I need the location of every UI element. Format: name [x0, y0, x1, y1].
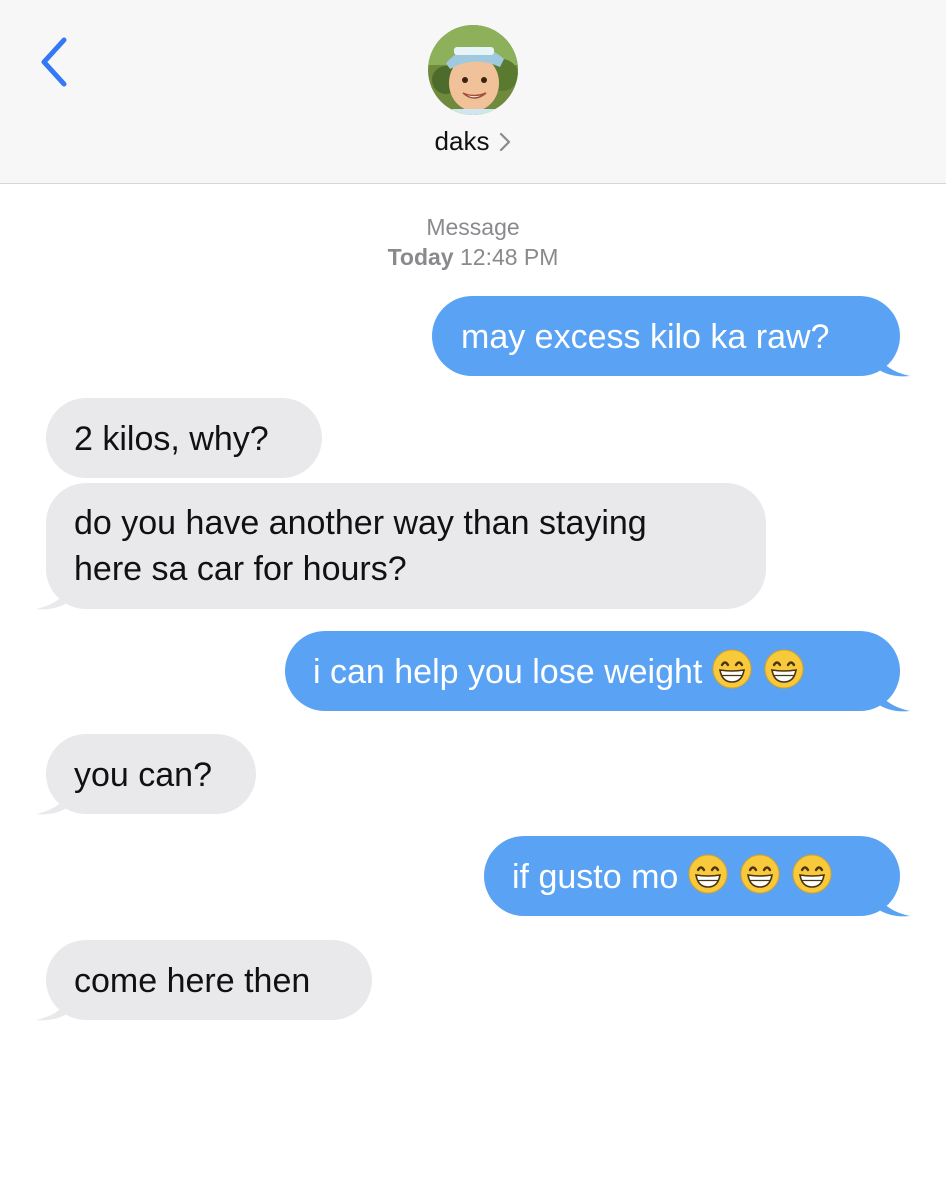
- message-bubble-incoming[interactable]: do you have another way than staying her…: [46, 483, 766, 609]
- message-bubble-incoming[interactable]: come here then: [46, 940, 372, 1020]
- message-text: you can?: [74, 756, 212, 794]
- message-text-line: here sa car for hours?: [74, 550, 407, 588]
- grinning-face-icon: [792, 854, 832, 894]
- date-label: Today: [387, 244, 454, 270]
- time-label: 12:48 PM: [459, 244, 559, 270]
- message-text: come here then: [74, 962, 311, 1000]
- service-label: Message: [426, 214, 520, 240]
- chevron-right-icon: [499, 132, 511, 152]
- bubble-tail: [36, 788, 70, 815]
- bubble-tail: [876, 350, 910, 377]
- conversation-header: daks: [0, 0, 946, 184]
- message-bubble-incoming[interactable]: 2 kilos, why?: [46, 398, 322, 478]
- message-text: 2 kilos, why?: [74, 420, 269, 458]
- grinning-face-icon: [712, 649, 752, 689]
- bubble-tail: [876, 890, 910, 917]
- message-bubble-outgoing[interactable]: i can help you lose weight: [285, 631, 900, 711]
- bubble-tail: [36, 994, 70, 1021]
- grinning-face-icon: [764, 649, 804, 689]
- chevron-left-icon: [41, 37, 67, 87]
- contact-avatar[interactable]: [428, 25, 518, 115]
- date-time: Today 12:48 PM: [0, 242, 946, 272]
- message-text-line: do you have another way than staying: [74, 504, 647, 542]
- message-text: i can help you lose weight: [313, 653, 712, 691]
- back-button[interactable]: [30, 32, 78, 92]
- message-bubble-outgoing[interactable]: if gusto mo: [484, 836, 900, 916]
- grinning-face-icon: [688, 854, 728, 894]
- contact-name: daks: [434, 126, 490, 156]
- bubble-tail: [876, 685, 910, 712]
- bubble-tail: [36, 583, 70, 610]
- message-text: if gusto mo: [512, 858, 688, 896]
- contact-name-button[interactable]: daks: [0, 126, 946, 157]
- message-bubble-outgoing[interactable]: may excess kilo ka raw?: [432, 296, 900, 376]
- grinning-face-icon: [740, 854, 780, 894]
- message-bubble-incoming[interactable]: you can?: [46, 734, 256, 814]
- thread-timestamp: Message Today 12:48 PM: [0, 212, 946, 272]
- message-text: may excess kilo ka raw?: [461, 318, 830, 356]
- avatar-photo: [428, 25, 518, 115]
